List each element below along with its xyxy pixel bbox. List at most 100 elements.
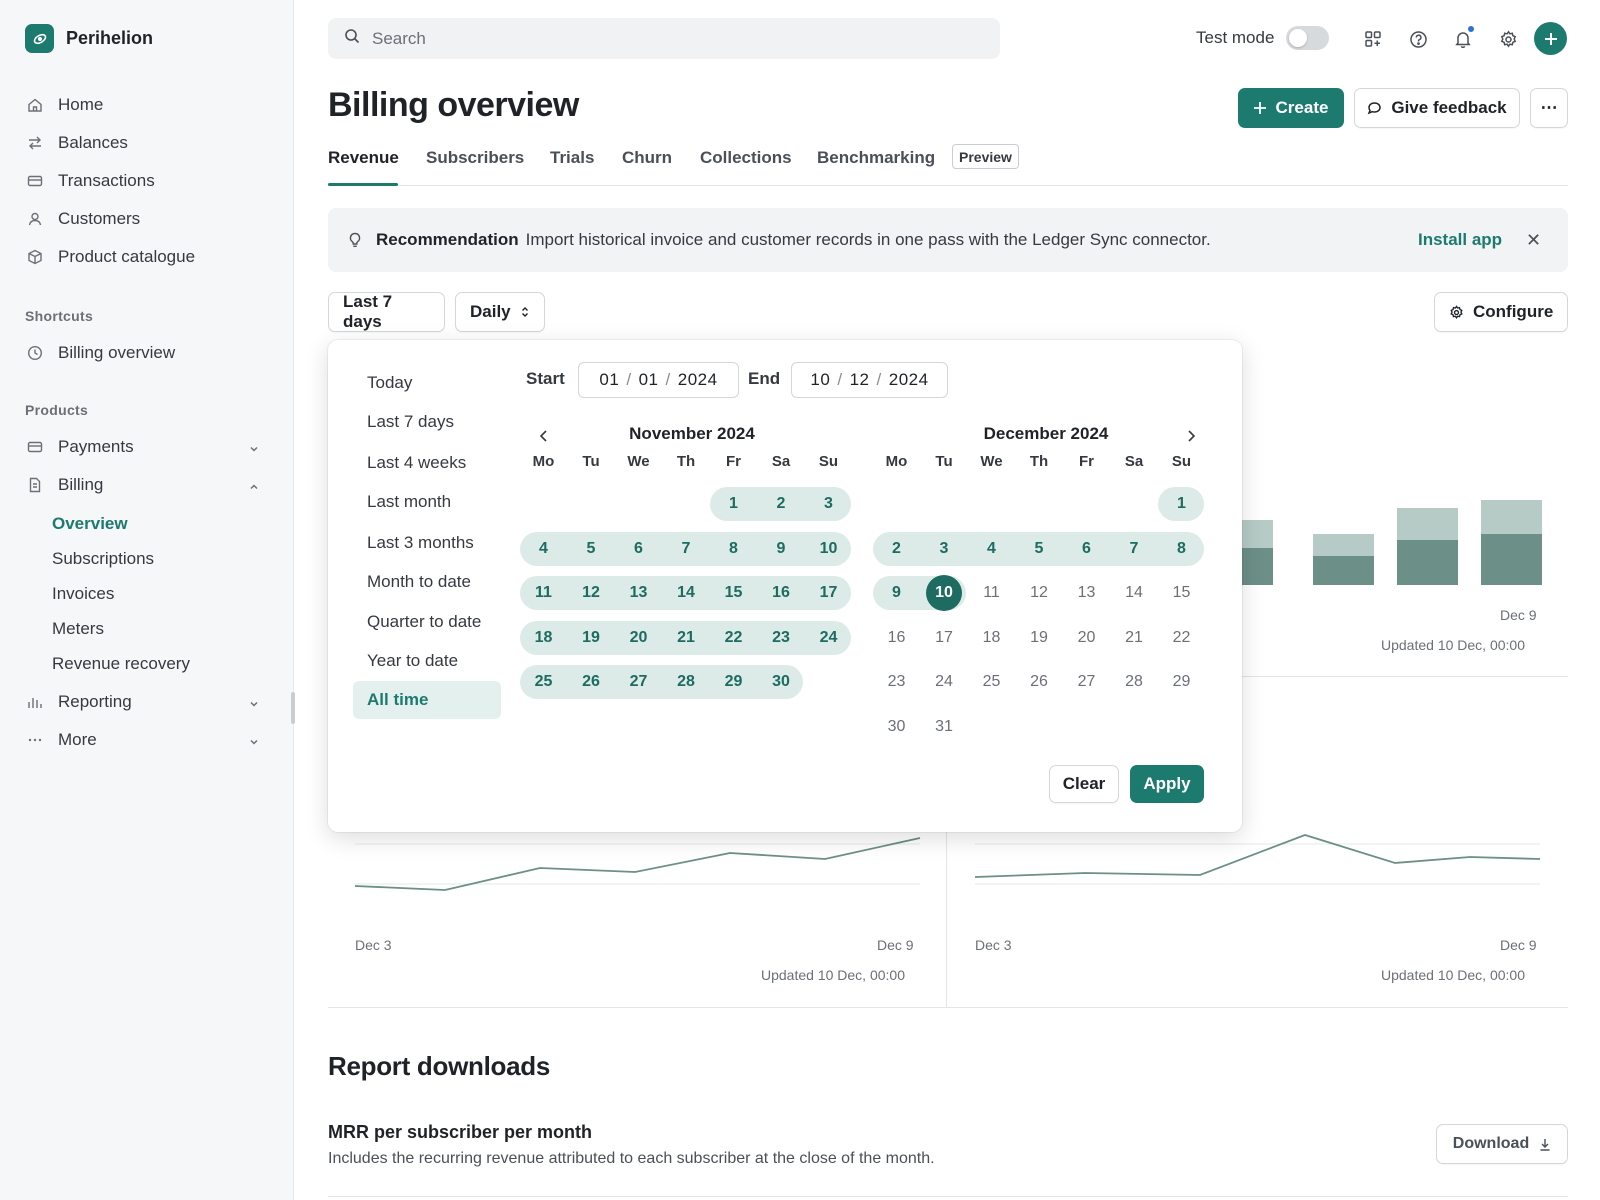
calendar-day[interactable]: 21 <box>663 621 710 655</box>
calendar-day[interactable]: 26 <box>568 665 615 699</box>
gear-icon[interactable] <box>1497 28 1519 50</box>
calendar-day[interactable]: 1 <box>710 487 757 521</box>
sidebar-item-more[interactable]: More <box>25 721 270 759</box>
brand[interactable]: Perihelion <box>25 24 153 53</box>
interval-select[interactable]: Daily <box>455 292 545 332</box>
calendar-day[interactable]: 24 <box>921 665 968 699</box>
preset-last-7-days[interactable]: Last 7 days <box>353 403 501 441</box>
calendar-day[interactable]: 18 <box>968 621 1015 655</box>
calendar-day[interactable]: 23 <box>758 621 805 655</box>
calendar-day[interactable]: 7 <box>663 532 710 566</box>
help-icon[interactable] <box>1407 28 1429 50</box>
calendar-day[interactable]: 17 <box>805 576 852 610</box>
sidebar-item-billing[interactable]: Billing <box>25 466 270 504</box>
calendar-day[interactable]: 23 <box>873 665 920 699</box>
calendar-day[interactable]: 16 <box>758 576 805 610</box>
calendar-day[interactable]: 22 <box>710 621 757 655</box>
calendar-day[interactable]: 30 <box>873 710 920 744</box>
create-button[interactable]: Create <box>1238 88 1344 128</box>
calendar-day[interactable]: 14 <box>1111 576 1158 610</box>
calendar-day[interactable]: 30 <box>758 665 805 699</box>
calendar-day[interactable]: 6 <box>1063 532 1110 566</box>
apply-button[interactable]: Apply <box>1130 765 1204 803</box>
calendar-day[interactable]: 2 <box>873 532 920 566</box>
more-actions-button[interactable]: ⋯ <box>1530 88 1568 128</box>
calendar-day[interactable]: 6 <box>615 532 662 566</box>
calendar-day[interactable]: 8 <box>710 532 757 566</box>
calendar-day[interactable]: 4 <box>520 532 567 566</box>
install-app-link[interactable]: Install app <box>1418 230 1502 250</box>
bell-icon[interactable] <box>1452 26 1474 50</box>
calendar-day[interactable]: 20 <box>615 621 662 655</box>
tab-trials[interactable]: Trials <box>550 148 594 168</box>
sidebar-subitem-invoices[interactable]: Invoices <box>52 576 190 611</box>
start-year[interactable]: 2024 <box>678 370 718 390</box>
calendar-day[interactable]: 3 <box>805 487 852 521</box>
start-month[interactable]: 01 <box>599 370 619 390</box>
calendar-day[interactable]: 29 <box>1158 665 1205 699</box>
calendar-day[interactable]: 18 <box>520 621 567 655</box>
preset-month-to-date[interactable]: Month to date <box>353 563 501 601</box>
sidebar-resize-handle[interactable] <box>291 692 295 724</box>
calendar-day[interactable]: 31 <box>921 710 968 744</box>
end-year[interactable]: 2024 <box>889 370 929 390</box>
search-bar[interactable] <box>328 18 1000 59</box>
calendar-day[interactable]: 19 <box>568 621 615 655</box>
calendar-day[interactable]: 24 <box>805 621 852 655</box>
calendar-day[interactable]: 5 <box>568 532 615 566</box>
calendar-day[interactable]: 15 <box>710 576 757 610</box>
configure-button[interactable]: Configure <box>1434 292 1568 332</box>
tab-churn[interactable]: Churn <box>622 148 672 168</box>
preset-all-time[interactable]: All time <box>353 681 501 719</box>
calendar-day[interactable]: 10 <box>805 532 852 566</box>
preset-last-4-weeks[interactable]: Last 4 weeks <box>353 444 501 482</box>
calendar-day[interactable]: 21 <box>1111 621 1158 655</box>
calendar-day[interactable]: 19 <box>1016 621 1063 655</box>
calendar-day[interactable]: 13 <box>615 576 662 610</box>
calendar-day[interactable]: 14 <box>663 576 710 610</box>
end-date-input[interactable]: 10/ 12/ 2024 <box>791 362 948 398</box>
calendar-day[interactable]: 7 <box>1111 532 1158 566</box>
end-day[interactable]: 12 <box>850 370 870 390</box>
calendar-day[interactable]: 8 <box>1158 532 1205 566</box>
calendar-day[interactable]: 1 <box>1158 487 1205 521</box>
calendar-day[interactable]: 25 <box>520 665 567 699</box>
calendar-day[interactable]: 27 <box>1063 665 1110 699</box>
sidebar-item-billing-overview[interactable]: Billing overview <box>25 334 270 372</box>
calendar-day[interactable]: 4 <box>968 532 1015 566</box>
search-input[interactable] <box>372 28 932 49</box>
calendar-day[interactable]: 25 <box>968 665 1015 699</box>
sidebar-subitem-meters[interactable]: Meters <box>52 611 190 646</box>
calendar-day[interactable]: 11 <box>520 576 567 610</box>
tab-collections[interactable]: Collections <box>700 148 792 168</box>
calendar-day[interactable]: 29 <box>710 665 757 699</box>
sidebar-subitem-subscriptions[interactable]: Subscriptions <box>52 541 190 576</box>
calendar-day[interactable]: 3 <box>921 532 968 566</box>
calendar-day[interactable]: 12 <box>568 576 615 610</box>
tab-revenue[interactable]: Revenue <box>328 148 399 168</box>
selected-day[interactable]: 10 <box>921 576 968 610</box>
sidebar-item-balances[interactable]: Balances <box>25 124 270 162</box>
date-range-button[interactable]: Last 7 days <box>328 292 445 332</box>
calendar-day[interactable]: 27 <box>615 665 662 699</box>
test-mode-toggle[interactable] <box>1286 26 1330 50</box>
calendar-day[interactable]: 17 <box>921 621 968 655</box>
sidebar-item-customers[interactable]: Customers <box>25 200 270 238</box>
apps-icon[interactable] <box>1362 28 1384 50</box>
start-date-input[interactable]: 01/ 01/ 2024 <box>578 362 739 398</box>
calendar-day[interactable]: 28 <box>1111 665 1158 699</box>
calendar-day[interactable]: 9 <box>758 532 805 566</box>
calendar-day[interactable]: 20 <box>1063 621 1110 655</box>
sidebar-item-transactions[interactable]: Transactions <box>25 162 270 200</box>
start-day[interactable]: 01 <box>639 370 659 390</box>
calendar-day[interactable]: 12 <box>1016 576 1063 610</box>
chevron-right-icon[interactable] <box>1181 426 1201 446</box>
preset-last-3-months[interactable]: Last 3 months <box>353 524 501 562</box>
preset-today[interactable]: Today <box>353 364 501 402</box>
clear-button[interactable]: Clear <box>1049 765 1119 803</box>
sidebar-item-product-catalogue[interactable]: Product catalogue <box>25 238 270 276</box>
calendar-day[interactable]: 5 <box>1016 532 1063 566</box>
tab-benchmarking[interactable]: Benchmarking <box>817 148 935 168</box>
calendar-day[interactable]: 15 <box>1158 576 1205 610</box>
sidebar-item-home[interactable]: Home <box>25 86 270 124</box>
